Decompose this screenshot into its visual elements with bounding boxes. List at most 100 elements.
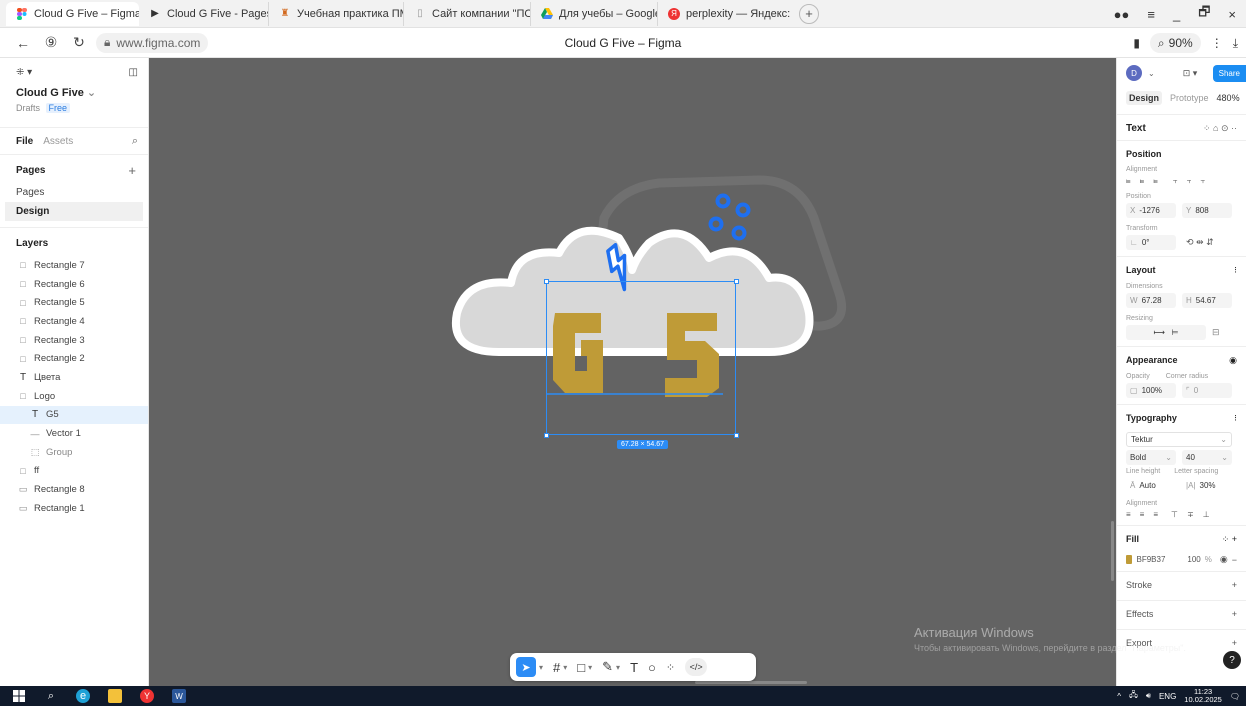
yandex-shield-icon[interactable]: ⑨ <box>40 34 62 51</box>
tab-practice[interactable]: ♜ Учебная практика ПМ 08. <box>269 1 404 26</box>
text-align-center-icon[interactable]: ≡ <box>1140 510 1145 519</box>
resize-fit-icon[interactable]: ⊟ <box>1212 327 1220 338</box>
text-align-left-icon[interactable]: ≡ <box>1126 510 1131 519</box>
resources-tool-icon[interactable]: ⁘ <box>666 661 675 674</box>
volume-icon[interactable]: 🔊︎ <box>1146 691 1151 701</box>
opacity-field[interactable]: ▢ 100% <box>1126 383 1176 398</box>
chevron-down-icon[interactable]: ▾ <box>588 663 592 672</box>
tab-cloud-g-five-pages[interactable]: ▶ Cloud G Five - Pages <box>139 1 269 26</box>
chevron-down-icon[interactable]: ▾ <box>563 663 567 672</box>
layer-item[interactable]: □ ff <box>0 462 148 481</box>
layer-item[interactable]: ▭ Rectangle 1 <box>0 499 148 518</box>
add-page-icon[interactable]: + <box>128 163 136 178</box>
layer-item[interactable]: — Vector 1 <box>0 424 148 443</box>
file-explorer-icon[interactable] <box>108 689 122 703</box>
add-effect-icon[interactable]: + <box>1232 609 1237 619</box>
windows-start-icon[interactable] <box>12 689 26 703</box>
align-right-icon[interactable]: ⫢ <box>1153 176 1158 186</box>
frame-tool-icon[interactable]: # <box>553 660 560 675</box>
network-icon[interactable]: 🖧︎ <box>1129 689 1138 703</box>
corner-radius-field[interactable]: ⌜ 0 <box>1182 383 1232 398</box>
url-field[interactable]: 🔒︎ www.figma.com <box>96 32 209 53</box>
layer-item-selected[interactable]: T G5 <box>0 405 148 425</box>
resizing-options[interactable]: ⟼ ⊨ <box>1126 325 1206 340</box>
bookmark-icon[interactable]: ▮ <box>1133 36 1140 50</box>
layer-item[interactable]: □ Rectangle 5 <box>0 293 148 312</box>
comment-tool-icon[interactable]: ○ <box>648 660 656 675</box>
resize-handle[interactable] <box>734 433 739 438</box>
zoom-level[interactable]: 480% <box>1217 93 1240 103</box>
tab-assets[interactable]: Assets <box>43 136 73 147</box>
rotation-field[interactable]: ∟ 0° <box>1126 235 1176 250</box>
download-icon[interactable]: ⤓ <box>1233 36 1238 51</box>
figma-menu-icon[interactable]: ⁜ ▾ <box>16 67 32 78</box>
x-field[interactable]: X -1276 <box>1126 203 1176 218</box>
layer-item[interactable]: ▭ Rectangle 8 <box>0 480 148 499</box>
text-options-icon[interactable]: ⁘ ⌂ ⊙ ·· <box>1203 123 1237 134</box>
tab-design[interactable]: Design <box>1126 91 1163 105</box>
close-window-icon[interactable]: × <box>1228 7 1236 22</box>
menu-icon[interactable]: ≡ <box>1147 7 1155 22</box>
page-item-design[interactable]: Design <box>5 202 143 221</box>
word-icon[interactable]: W <box>172 689 186 703</box>
notifications-icon[interactable]: 🗨︎ <box>1230 692 1240 701</box>
layer-item[interactable]: T Цвета <box>0 368 148 387</box>
language-indicator[interactable]: ENG <box>1159 692 1176 701</box>
tab-company-site[interactable]: ▯ Сайт компании "ПОЧТОВ <box>404 1 531 26</box>
share-button[interactable]: Share <box>1212 64 1246 82</box>
file-title[interactable]: Cloud G Five ⌄ <box>0 86 148 99</box>
add-stroke-icon[interactable]: + <box>1232 580 1237 590</box>
layer-item[interactable]: □ Rectangle 6 <box>0 275 148 294</box>
help-button[interactable]: ? <box>1223 651 1241 669</box>
clock[interactable]: 11:23 10.02.2025 <box>1184 688 1222 704</box>
font-family-select[interactable]: Tektur ⌄ <box>1126 432 1232 447</box>
fill-swatch[interactable] <box>1126 555 1133 564</box>
flip-icons[interactable]: ⟲ ⇹ ⇵ <box>1186 237 1214 248</box>
chevron-down-icon[interactable]: ⌄ <box>1148 69 1155 78</box>
align-center-icon[interactable]: ⫢ <box>1140 176 1145 186</box>
move-tool-icon[interactable]: ➤ <box>516 657 536 677</box>
back-icon[interactable]: ← <box>12 35 34 51</box>
layer-item[interactable]: ⬚ Group <box>0 443 148 462</box>
avatar[interactable]: D <box>1126 65 1142 81</box>
align-bottom-icon[interactable]: ⫟ <box>1201 176 1206 186</box>
present-icon[interactable]: ⊡ ▾ <box>1183 68 1198 79</box>
fill-options-icon[interactable]: ⁘ + <box>1222 534 1237 545</box>
layout-options-icon[interactable]: ⁝ <box>1234 265 1237 276</box>
layer-item[interactable]: □ Rectangle 7 <box>0 256 148 275</box>
tab-file[interactable]: File <box>16 136 33 147</box>
reload-icon[interactable]: ↻ <box>68 34 90 51</box>
search-icon[interactable]: ⌕ <box>44 689 58 703</box>
minimize-icon[interactable]: _ <box>1173 7 1180 22</box>
font-weight-select[interactable]: Bold ⌄ <box>1126 450 1176 465</box>
tab-prototype[interactable]: Prototype <box>1170 93 1209 103</box>
layer-item[interactable]: □ Rectangle 2 <box>0 349 148 368</box>
shape-tool-icon[interactable]: □ <box>577 660 585 675</box>
height-field[interactable]: H 54.67 <box>1182 293 1232 308</box>
y-field[interactable]: Y 808 <box>1182 203 1232 218</box>
chevron-up-icon[interactable]: ^ <box>1117 692 1121 701</box>
text-align-top-icon[interactable]: ⊤ <box>1171 510 1178 519</box>
selection-box[interactable] <box>546 281 736 435</box>
remove-fill-icon[interactable]: − <box>1232 555 1237 565</box>
pen-tool-icon[interactable]: ✎ <box>602 659 613 675</box>
letter-spacing-field[interactable]: |A| 30% <box>1182 478 1232 493</box>
resize-handle[interactable] <box>734 279 739 284</box>
layer-item[interactable]: □ Logo <box>0 387 148 406</box>
fill-opacity[interactable]: 100 <box>1187 555 1200 564</box>
dev-mode-icon[interactable]: </> <box>685 658 708 676</box>
text-alignment-buttons[interactable]: ≡ ≡ ≡ ⊤ ∓ ⊥ <box>1126 510 1237 519</box>
search-icon[interactable]: ⌕ <box>132 135 138 148</box>
fill-hex[interactable]: BF9B37 <box>1136 555 1165 564</box>
chevron-down-icon[interactable]: ▾ <box>539 663 543 672</box>
line-height-field[interactable]: Ā Auto <box>1126 478 1176 493</box>
eye-icon[interactable]: ◉ <box>1229 355 1237 366</box>
align-top-icon[interactable]: ⫟ <box>1173 176 1178 186</box>
layer-item[interactable]: □ Rectangle 4 <box>0 312 148 331</box>
chevron-down-icon[interactable]: ▾ <box>616 663 620 672</box>
width-field[interactable]: W 67.28 <box>1126 293 1176 308</box>
text-tool-icon[interactable]: T <box>630 660 638 675</box>
alignment-buttons[interactable]: ⫢ ⫢ ⫢ ⫟ ⫟ ⫟ <box>1126 176 1237 186</box>
edge-icon[interactable]: e <box>76 689 90 703</box>
add-export-icon[interactable]: + <box>1232 638 1237 648</box>
